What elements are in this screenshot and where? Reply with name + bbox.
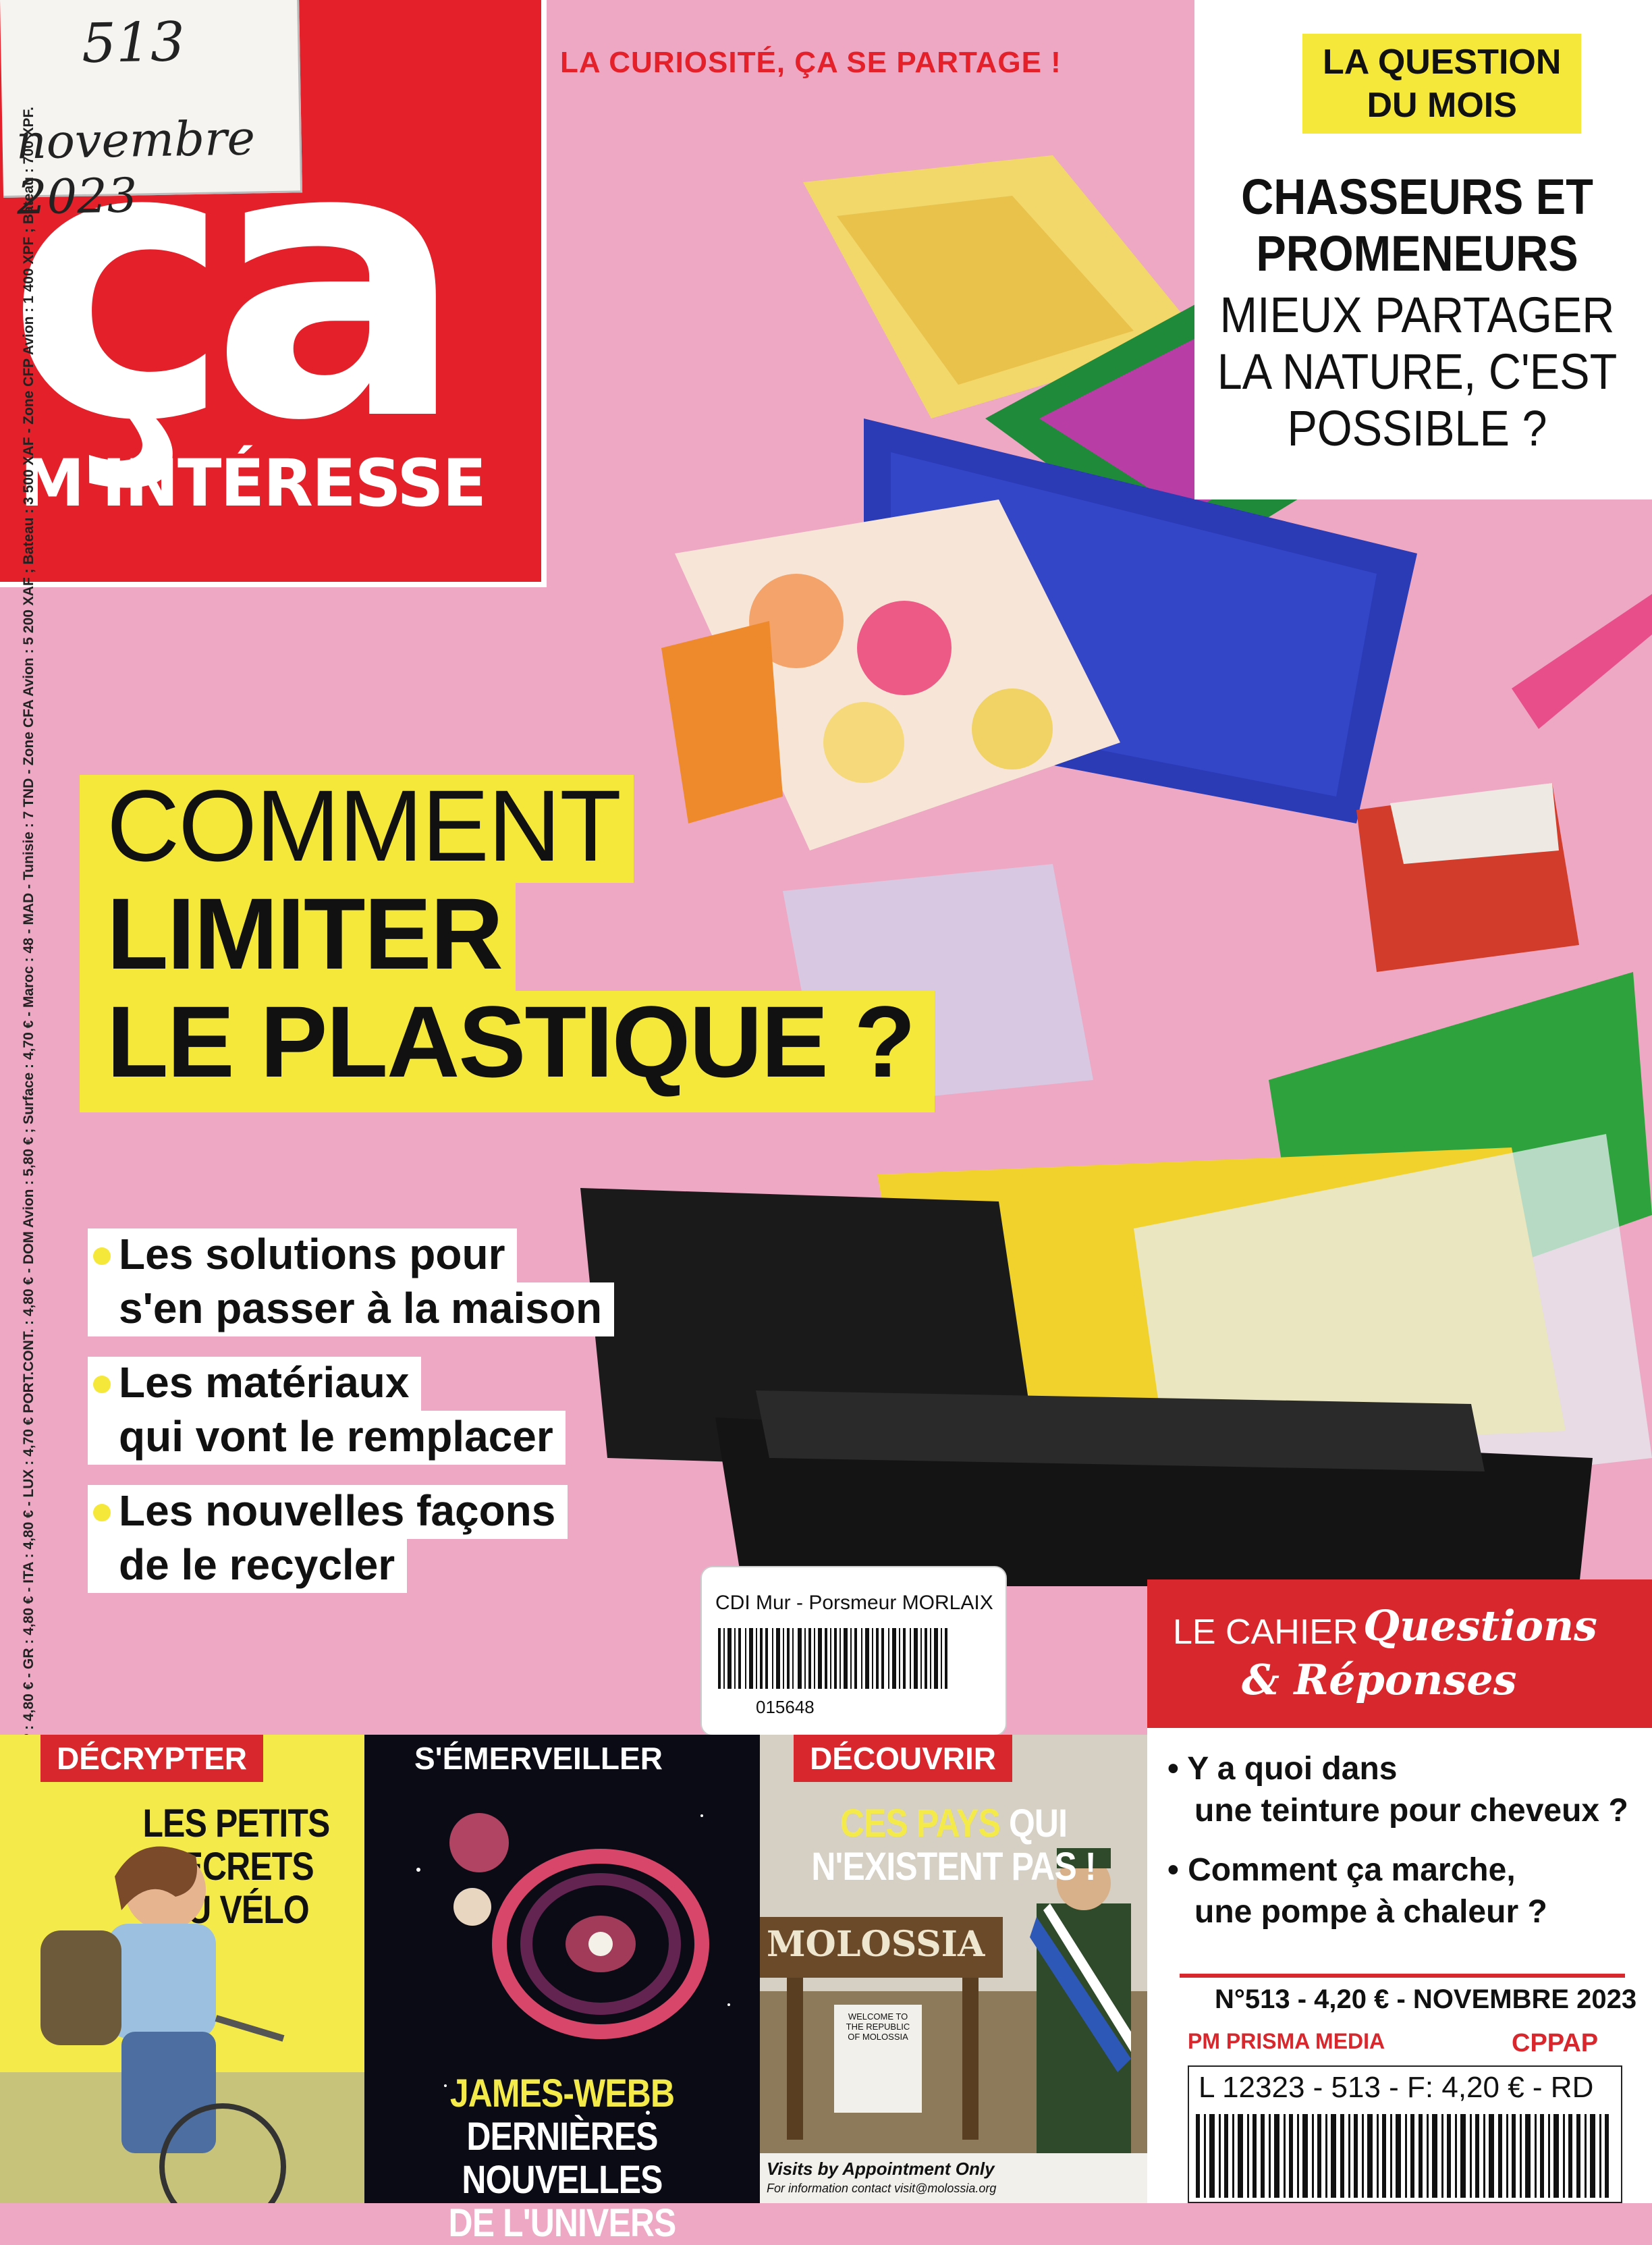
panel-title-line: DE L'UNIVERS (448, 2201, 677, 2245)
panel-footer2: For information contact visit@molossia.o… (767, 2182, 997, 2195)
cahier-title1: Questions (1363, 1601, 1597, 1650)
headline-line3: LE PLASTIQUE ? (80, 991, 935, 1112)
bullet-line2: s'en passer à la maison (88, 1282, 615, 1336)
bullet-dot-icon (93, 1504, 111, 1521)
issue-info: N°513 - 4,20 € - NOVEMBRE 2023 (1215, 1984, 1637, 2014)
cyclist-illustration (0, 1846, 364, 2203)
cahier-title2: & Réponses (1242, 1655, 1517, 1704)
sticker-barcode (718, 1628, 947, 1689)
panel-footer1: Visits by Appointment Only (767, 2159, 995, 2179)
panel-tag: DÉCRYPTER (40, 1735, 263, 1782)
library-sticker: CDI Mur - Porsmeur MORLAIX 015648 (700, 1566, 1007, 1736)
bullet-dot-icon (93, 1247, 111, 1265)
tagline: LA CURIOSITÉ, ÇA SE PARTAGE ! (560, 46, 1062, 79)
panel-emerveiller: S'ÉMERVEILLER JAMES-WEBB DERNIÈRES NOUVE… (364, 1735, 760, 2245)
bullet-line1: Les nouvelles façons (88, 1485, 568, 1539)
question-sub-line2: LA NATURE, C'EST (1217, 344, 1618, 400)
molossia-sign-small: WELCOME TO THE REPUBLIC OF MOLOSSIA (846, 2011, 910, 2042)
cahier-question-line: une teinture pour cheveux ? (1194, 1793, 1628, 1829)
question-sub-line3: POSSIBLE ? (1287, 400, 1547, 456)
panel-title-line: N'EXISTENT PAS ! (811, 1845, 1096, 1889)
logo-sub-text: M'INTÉRESSE (20, 445, 487, 521)
question-title: CHASSEURS ET PROMENEURS (1217, 169, 1618, 282)
price-strip: BEL : 4,70 € - CH : 8 CHF - CAN : 7,99 C… (5, 107, 53, 2134)
cahier-question-line: • Comment ça marche, (1167, 1852, 1516, 1888)
question-du-mois-box: LA QUESTION DU MOIS CHASSEURS ET PROMENE… (1194, 0, 1652, 499)
bullet-line2: de le recycler (88, 1539, 408, 1593)
bullet-item: Les solutions pour s'en passer à la mais… (88, 1228, 615, 1336)
question-sub-line1: MIEUX PARTAGER (1219, 287, 1615, 343)
panel-title: CES PAYS QUI N'EXISTENT PAS ! (787, 1802, 1120, 1889)
panel-title-line: DERNIÈRES NOUVELLES (462, 2115, 663, 2202)
panel-decouvrir: DÉCOUVRIR CES PAYS QUI N'EXISTENT PAS ! … (760, 1735, 1147, 2203)
panel-decrypter: DÉCRYPTER LES PETITS SECRETS DU VÉLO (0, 1735, 364, 2203)
headline-line2: LIMITER (80, 883, 516, 991)
headline-line1: COMMENT (80, 775, 634, 883)
barcode-text: L 12323 - 513 - F: 4,20 € - RD (1199, 2071, 1594, 2104)
panel-tag: DÉCOUVRIR (794, 1735, 1013, 1782)
cahier-box: LE CAHIER Questions & Réponses • Y a quo… (1147, 1579, 1652, 2203)
cahier-divider (1180, 1974, 1625, 1978)
question-label-line1: LA QUESTION (1323, 43, 1562, 82)
cahier-header: LE CAHIER Questions & Réponses (1147, 1579, 1652, 1728)
panel-title-line: CES PAYS (839, 1802, 1001, 1845)
sales-barcode: L 12323 - 513 - F: 4,20 € - RD (1188, 2065, 1622, 2203)
question-subtitle: MIEUX PARTAGER LA NATURE, C'EST POSSIBLE… (1217, 287, 1618, 457)
sticker-number: 015648 (756, 1697, 815, 1717)
cahier-question: • Comment ça marche, une pompe à chaleur… (1167, 1849, 1547, 1933)
handwritten-date: novembre 2023 (15, 110, 256, 225)
question-label-line2: DU MOIS (1367, 86, 1517, 125)
panel-title-line: JAMES-WEBB (449, 2072, 675, 2115)
bullet-line1: Les matériaux (88, 1357, 422, 1411)
cahier-question-line: une pompe à chaleur ? (1194, 1894, 1547, 1930)
cahier-label: LE CAHIER (1173, 1613, 1358, 1652)
main-headline: COMMENT LIMITER LE PLASTIQUE ? (80, 775, 935, 1112)
bullet-item: Les matériaux qui vont le remplacer (88, 1357, 566, 1465)
cahier-question-line: • Y a quoi dans (1167, 1751, 1398, 1787)
panel-title-line: QUI (999, 1802, 1068, 1845)
bullet-line1: Les solutions pour (88, 1228, 518, 1282)
question-label: LA QUESTION DU MOIS (1302, 34, 1582, 134)
question-title-line2: PROMENEURS (1256, 225, 1578, 281)
handwritten-note: 513 novembre 2023 (0, 0, 303, 225)
bullet-dot-icon (93, 1376, 111, 1393)
panel-title: JAMES-WEBB DERNIÈRES NOUVELLES DE L'UNIV… (392, 2072, 732, 2245)
sticker-title: CDI Mur - Porsmeur MORLAIX (715, 1592, 993, 1614)
publisher-logo: PM PRISMA MEDIA (1188, 2029, 1385, 2053)
panel-tag: S'ÉMERVEILLER (398, 1735, 679, 1782)
cahier-question: • Y a quoi dans une teinture pour cheveu… (1167, 1748, 1628, 1832)
molossia-sign: MOLOSSIA (767, 1924, 985, 1965)
bullet-item: Les nouvelles façons de le recycler (88, 1485, 568, 1593)
barcode-bars (1196, 2114, 1609, 2198)
handwritten-number: 513 (81, 10, 186, 75)
question-title-line1: CHASSEURS ET (1241, 169, 1593, 225)
cppap-label: CPPAP (1512, 2029, 1599, 2057)
bullet-line2: qui vont le remplacer (88, 1411, 566, 1465)
